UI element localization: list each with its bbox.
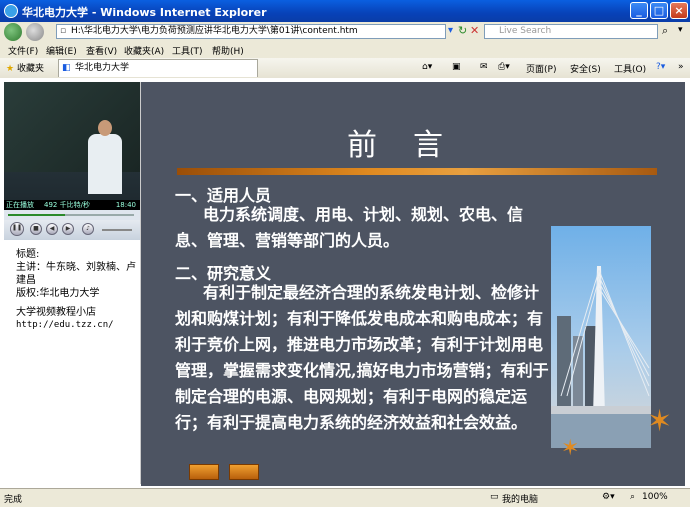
favorites-label: 收藏夹 xyxy=(16,64,44,74)
mute-icon[interactable]: ♪ xyxy=(82,223,94,235)
video-frame[interactable] xyxy=(4,82,140,200)
lecturer-figure xyxy=(88,134,122,194)
search-placeholder: Live Search xyxy=(499,26,552,36)
tab-current[interactable]: ◧ 华北电力大学 xyxy=(58,59,258,77)
star-decoration-small-icon: ✶ xyxy=(561,436,580,461)
bitrate-text: 492 千比特/秒 xyxy=(44,201,90,209)
dropdown-icon[interactable]: ▾ xyxy=(448,25,453,36)
menu-favorites[interactable]: 收藏夹(A) xyxy=(124,44,164,57)
status-text: 完成 xyxy=(4,495,23,505)
stop-button-icon[interactable]: ■ xyxy=(30,223,42,235)
menu-bar: 文件(F) 编辑(E) 查看(V) 收藏夹(A) 工具(T) 帮助(H) xyxy=(0,42,690,58)
protected-mode-icon[interactable]: ⚙▾ xyxy=(602,492,615,502)
computer-icon: ▭ xyxy=(490,492,499,502)
zoom-icon: ⌕ xyxy=(630,492,636,502)
maximize-button[interactable]: □ xyxy=(650,2,668,19)
page-menu[interactable]: 页面(P) xyxy=(526,62,556,75)
menu-view[interactable]: 查看(V) xyxy=(86,44,117,57)
ie-icon xyxy=(4,4,18,18)
safety-menu[interactable]: 安全(S) xyxy=(570,62,601,75)
player-controls: ❚❚ ■ ◀ ▶ ♪ xyxy=(4,220,140,240)
forward-button[interactable] xyxy=(26,23,44,41)
mail-icon[interactable]: ✉ xyxy=(480,62,488,72)
rewind-icon[interactable]: ◀ xyxy=(46,223,58,235)
player-status: 正在播放 492 千比特/秒 18:40 xyxy=(4,200,140,210)
tab-page-icon: ◧ xyxy=(62,63,71,73)
time-text: 18:40 xyxy=(115,201,136,209)
feeds-icon[interactable]: ▣ xyxy=(452,62,461,72)
info-site[interactable]: http://edu.tzz.cn/ xyxy=(16,319,140,332)
menu-tools[interactable]: 工具(T) xyxy=(172,44,203,57)
info-shop: 大学视频教程小店 xyxy=(16,307,96,318)
forward-icon[interactable]: ▶ xyxy=(62,223,74,235)
page-icon: ▫ xyxy=(60,26,67,36)
bridge-illustration xyxy=(551,266,651,448)
seek-fill xyxy=(8,214,65,216)
bridge-photo xyxy=(551,226,651,448)
tools-menu[interactable]: 工具(O) xyxy=(614,62,646,75)
refresh-icon[interactable]: ↻ xyxy=(458,24,467,37)
menu-file[interactable]: 文件(F) xyxy=(8,44,38,57)
window-title: 华北电力大学 - Windows Internet Explorer xyxy=(22,6,267,19)
pause-icon[interactable]: ❚❚ xyxy=(10,222,24,236)
star-icon: ★ xyxy=(6,64,15,74)
star-decoration-icon: ✶ xyxy=(647,404,673,439)
favorites-bar: ★ 收藏夹 ◧ 华北电力大学 ⌂▾ ▣ ✉ ⎙▾ 页面(P) 安全(S) 工具(… xyxy=(0,58,690,79)
prev-slide-button[interactable] xyxy=(189,464,219,480)
search-icon[interactable]: ⌕ xyxy=(662,24,668,38)
favorites-button[interactable]: ★ 收藏夹 xyxy=(6,61,44,74)
menu-help[interactable]: 帮助(H) xyxy=(212,44,244,57)
home-icon[interactable]: ⌂▾ xyxy=(422,62,432,72)
url-text: H:\华北电力大学\电力负荷预测应讲华北电力大学\第01讲\content.ht… xyxy=(71,26,358,36)
section2-body: 有利于制定最经济合理的系统发电计划、检修计划和购煤计划；有利于降低发电成本和购电… xyxy=(175,283,549,432)
slide-heading: 前言 xyxy=(347,128,479,163)
help-icon[interactable]: ?▾ xyxy=(656,62,665,72)
stop-icon[interactable]: ✕ xyxy=(470,24,479,37)
player-panel: 正在播放 492 千比特/秒 18:40 ❚❚ ■ ◀ ▶ ♪ 标题: 主讲：牛… xyxy=(4,82,141,484)
zone-text: 我的电脑 xyxy=(502,495,539,505)
tab-title: 华北电力大学 xyxy=(75,63,130,73)
minimize-button[interactable]: _ xyxy=(630,2,648,19)
zoom-text[interactable]: 100% xyxy=(642,492,668,502)
section1-body: 电力系统调度、用电、计划、规划、农电、信息、管理、营销等部门的人员。 xyxy=(175,205,524,250)
status-bar: 完成 ▭ 我的电脑 ⚙▾ ⌕ 100% xyxy=(0,488,690,507)
next-slide-button[interactable] xyxy=(229,464,259,480)
info-lecturer: 主讲：牛东晓、刘敦楠、卢建昌 xyxy=(16,262,136,286)
volume-slider[interactable] xyxy=(102,229,132,231)
address-bar: ▫ H:\华北电力大学\电力负荷预测应讲华北电力大学\第01讲\content.… xyxy=(0,22,690,42)
menu-edit[interactable]: 编辑(E) xyxy=(46,44,77,57)
play-status-text: 正在播放 xyxy=(6,201,34,209)
search-input[interactable]: Live Search xyxy=(484,24,658,39)
info-title: 标题: xyxy=(16,249,40,260)
lecturer-head xyxy=(98,120,112,136)
search-options-icon[interactable]: ▾ xyxy=(678,25,683,35)
seek-bar[interactable] xyxy=(4,210,140,220)
lecture-info: 标题: 主讲：牛东晓、刘敦楠、卢建昌 版权:华北电力大学 大学视频教程小店 ht… xyxy=(16,248,140,332)
print-icon[interactable]: ⎙▾ xyxy=(498,62,510,72)
back-button[interactable] xyxy=(4,23,22,41)
slide: 前言 一、适用人员 电力系统调度、用电、计划、规划、农电、信息、管理、营销等部门… xyxy=(141,82,685,486)
close-button[interactable]: × xyxy=(670,2,688,19)
title-bar: 华北电力大学 - Windows Internet Explorer _ □ × xyxy=(0,0,690,22)
info-copyright: 版权:华北电力大学 xyxy=(16,288,100,299)
heading-divider xyxy=(177,168,657,175)
url-input[interactable]: ▫ H:\华北电力大学\电力负荷预测应讲华北电力大学\第01讲\content.… xyxy=(56,24,446,39)
overflow-icon[interactable]: » xyxy=(678,62,684,72)
